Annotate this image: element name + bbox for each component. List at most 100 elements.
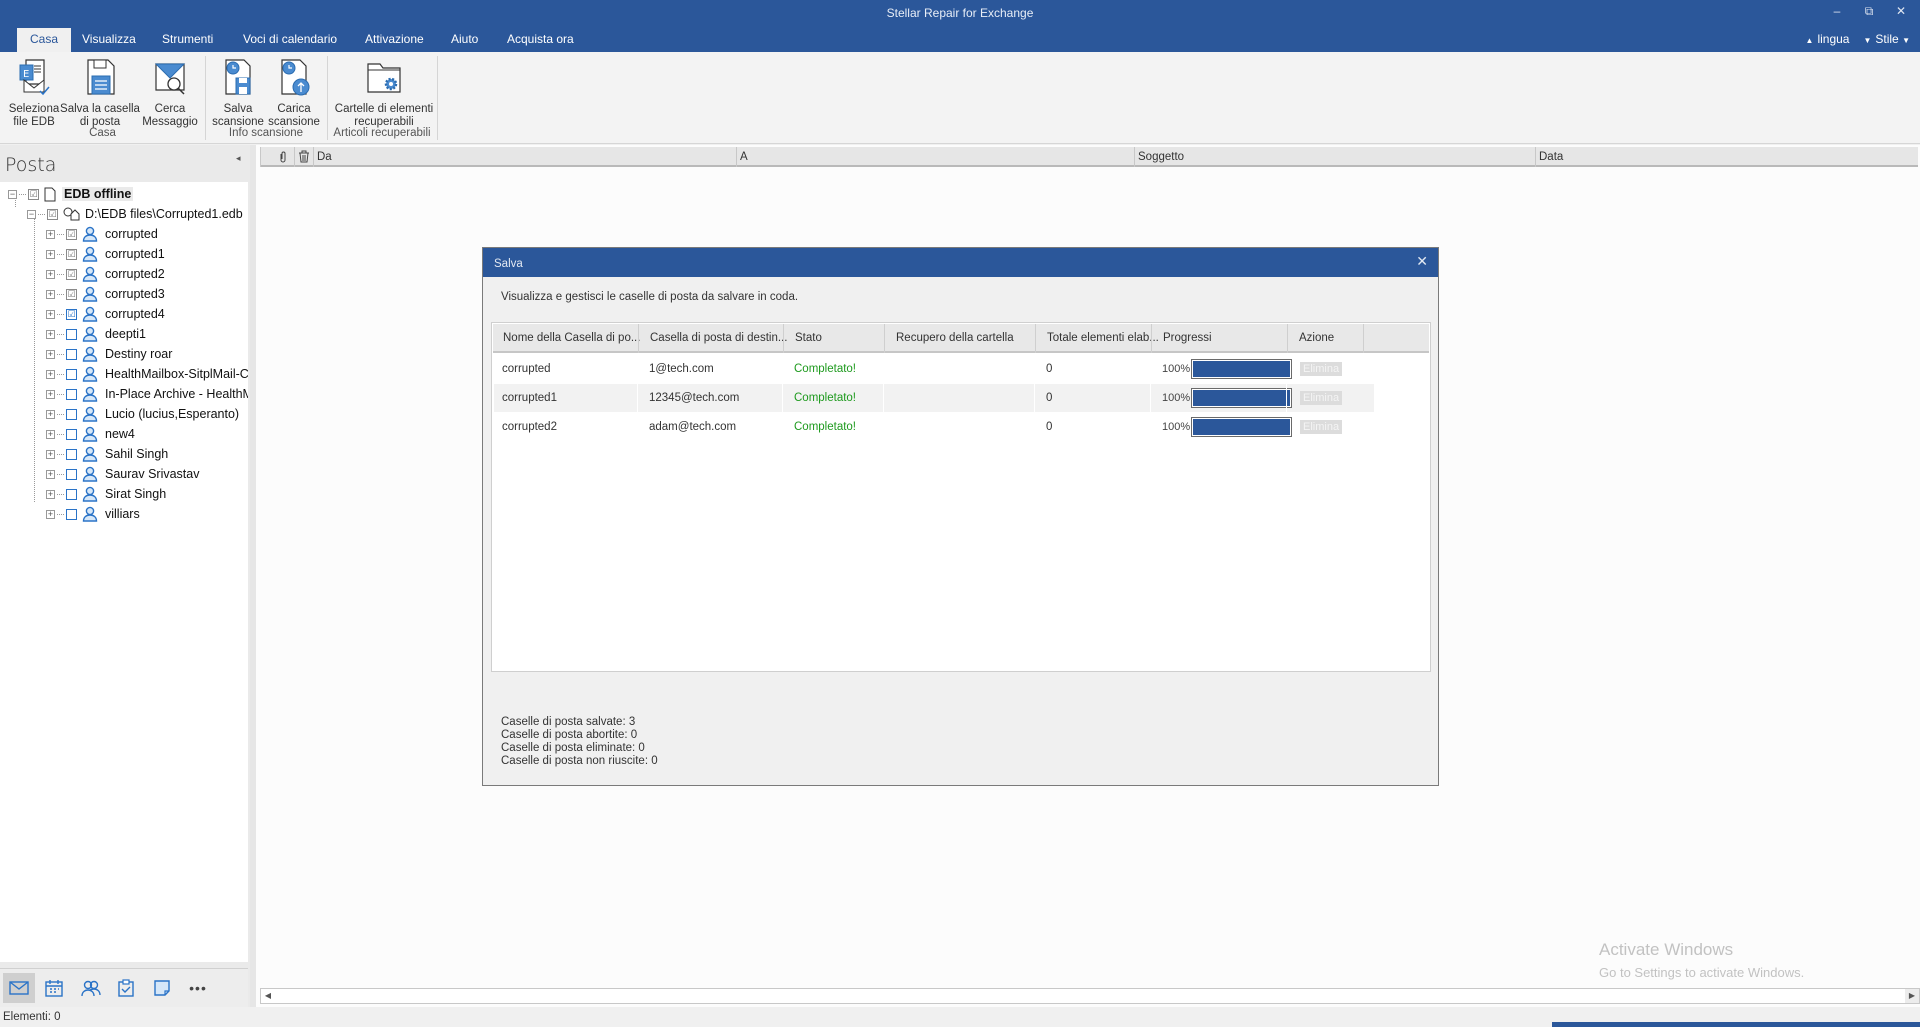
tree-node-mailbox[interactable]: + ☑ corrupted (46, 225, 158, 243)
tree-node-mailbox[interactable]: + Sirat Singh (46, 485, 166, 503)
nav-tasks[interactable] (110, 973, 142, 1003)
col-action[interactable]: Azione (1299, 332, 1334, 344)
checkbox-unchecked[interactable] (66, 388, 77, 400)
find-message-button[interactable]: Cerca Messaggio (140, 58, 200, 129)
tree-node-mailbox[interactable]: + ☑ corrupted2 (46, 265, 165, 283)
tree-node-mailbox[interactable]: + HealthMailbox-SitplMail-Cor (46, 365, 248, 383)
minimize-button[interactable]: – (1822, 4, 1852, 22)
nav-contacts[interactable] (75, 973, 107, 1003)
save-scan-button[interactable]: Salva scansione (212, 58, 264, 129)
tree-node-mailbox[interactable]: + villiars (46, 505, 140, 523)
delete-button[interactable]: Elimina (1300, 420, 1343, 434)
tree-node-root[interactable]: − ☑ EDB offline (8, 185, 134, 203)
checkbox-partial[interactable]: ☑ (66, 288, 77, 300)
col-mailbox-name[interactable]: Nome della Casella di po... (503, 332, 640, 344)
collapse-toggle[interactable]: − (8, 189, 17, 199)
collapse-pane-icon[interactable]: ◂ (236, 153, 241, 164)
load-scan-button[interactable]: Carica scansione (266, 58, 322, 129)
tab-acquista-ora[interactable]: Acquista ora (494, 28, 587, 52)
recoverable-folders-button[interactable]: Cartelle di elementi recuperabili (332, 58, 436, 129)
checkbox-unchecked[interactable] (66, 348, 77, 360)
save-queue-row[interactable]: corrupted2 adam@tech.com Completato! 0 100% E… (494, 413, 1374, 441)
checkbox-unchecked[interactable] (66, 408, 77, 420)
collapse-toggle[interactable]: − (27, 209, 36, 219)
delete-column[interactable] (298, 150, 310, 166)
close-button[interactable]: ✕ (1886, 4, 1916, 22)
nav-notes[interactable] (146, 973, 178, 1003)
tab-attivazione[interactable]: Attivazione (352, 28, 437, 52)
tree-node-mailbox[interactable]: + Saurav Srivastav (46, 465, 199, 483)
save-queue-row[interactable]: corrupted1 12345@tech.com Completato! 0 100%… (494, 384, 1374, 412)
tree-node-mailbox[interactable]: + Sahil Singh (46, 445, 168, 463)
column-da[interactable]: Da (317, 151, 332, 163)
checkbox-partial[interactable]: ☑ (66, 268, 77, 280)
scroll-left-arrow-icon[interactable]: ◀ (261, 989, 275, 1003)
dialog-close-icon[interactable]: ✕ (1416, 253, 1428, 270)
checkbox-partial[interactable]: ☑ (66, 248, 77, 260)
checkbox-unchecked[interactable] (66, 508, 77, 520)
column-data[interactable]: Data (1539, 151, 1563, 163)
checkbox-unchecked[interactable] (66, 448, 77, 460)
tree-node-edb-file[interactable]: − ☑ D:\EDB files\Corrupted1.edb (27, 205, 243, 223)
expand-toggle[interactable]: + (46, 269, 55, 279)
tab-visualizza[interactable]: Visualizza (69, 28, 149, 52)
expand-toggle[interactable]: + (46, 389, 55, 399)
select-edb-button[interactable]: E Seleziona file EDB (8, 58, 60, 129)
delete-button[interactable]: Elimina (1300, 362, 1343, 376)
checkbox-checked[interactable]: ☑ (66, 308, 77, 320)
attachment-column[interactable] (279, 151, 287, 166)
expand-toggle[interactable]: + (46, 509, 55, 519)
checkbox-partial[interactable]: ☑ (28, 188, 39, 200)
expand-toggle[interactable]: + (46, 489, 55, 499)
checkbox-unchecked[interactable] (66, 368, 77, 380)
collapse-ribbon-icon[interactable]: ▲ (1806, 36, 1814, 45)
tree-node-mailbox[interactable]: + ☑ corrupted4 (46, 305, 165, 323)
col-status[interactable]: Stato (795, 332, 822, 344)
lingua-menu[interactable]: ▲ lingua (1806, 32, 1850, 46)
checkbox-unchecked[interactable] (66, 428, 77, 440)
tab-aiuto[interactable]: Aiuto (438, 28, 491, 52)
tab-casa[interactable]: Casa (17, 28, 72, 52)
col-target-mailbox[interactable]: Casella di posta di destin... (650, 332, 787, 344)
stile-menu[interactable]: ▼ Stile ▼ (1863, 32, 1914, 46)
tree-node-mailbox[interactable]: + new4 (46, 425, 135, 443)
expand-toggle[interactable]: + (46, 369, 55, 379)
nav-more[interactable]: ••• (182, 973, 214, 1003)
tree-node-mailbox[interactable]: + Lucio (lucius,Esperanto) (46, 405, 239, 423)
restore-button[interactable]: ⧉ (1854, 4, 1884, 22)
column-soggetto[interactable]: Soggetto (1138, 151, 1184, 163)
checkbox-unchecked[interactable] (66, 328, 77, 340)
checkbox-partial[interactable]: ☑ (66, 228, 77, 240)
expand-toggle[interactable]: + (46, 449, 55, 459)
checkbox-partial[interactable]: ☑ (47, 208, 58, 220)
column-a[interactable]: A (740, 151, 748, 163)
tree-node-mailbox[interactable]: + Destiny roar (46, 345, 172, 363)
expand-toggle[interactable]: + (46, 289, 55, 299)
message-list-horizontal-scrollbar[interactable]: ◀ ▶ (260, 988, 1920, 1004)
expand-toggle[interactable]: + (46, 309, 55, 319)
expand-toggle[interactable]: + (46, 329, 55, 339)
col-folder-recovery[interactable]: Recupero della cartella (896, 332, 1014, 344)
col-total-items[interactable]: Totale elementi elab... (1047, 332, 1159, 344)
save-queue-row[interactable]: corrupted 1@tech.com Completato! 0 100% Elimi… (494, 355, 1374, 383)
expand-toggle[interactable]: + (46, 249, 55, 259)
col-progress[interactable]: Progressi (1163, 332, 1212, 344)
expand-toggle[interactable]: + (46, 409, 55, 419)
tab-voci-di-calendario[interactable]: Voci di calendario (230, 28, 350, 52)
save-mailbox-button[interactable]: Salva la casella di posta (60, 58, 140, 129)
dialog-title-bar[interactable]: Salva ✕ (483, 248, 1438, 277)
checkbox-unchecked[interactable] (66, 488, 77, 500)
tree-node-mailbox[interactable]: + In-Place Archive - HealthMai (46, 385, 248, 403)
expand-toggle[interactable]: + (46, 429, 55, 439)
nav-calendar[interactable] (38, 973, 70, 1003)
tree-node-mailbox[interactable]: + ☑ corrupted1 (46, 245, 165, 263)
tree-node-mailbox[interactable]: + deepti1 (46, 325, 146, 343)
scroll-right-arrow-icon[interactable]: ▶ (1905, 989, 1919, 1003)
delete-button[interactable]: Elimina (1300, 391, 1343, 405)
tree-node-mailbox[interactable]: + ☑ corrupted3 (46, 285, 165, 303)
checkbox-unchecked[interactable] (66, 468, 77, 480)
tab-strumenti[interactable]: Strumenti (149, 28, 226, 52)
expand-toggle[interactable]: + (46, 349, 55, 359)
expand-toggle[interactable]: + (46, 469, 55, 479)
expand-toggle[interactable]: + (46, 229, 55, 239)
